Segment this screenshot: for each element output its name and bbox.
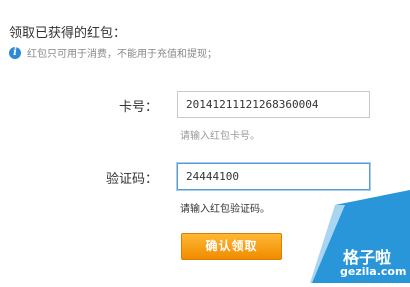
info-icon: i [9, 46, 21, 59]
confirm-claim-button[interactable]: 确认领取 [181, 233, 282, 260]
page-title: 领取已获得的红包： [9, 26, 127, 41]
card-number-label: 卡号： [118, 100, 158, 115]
verification-code-input[interactable] [177, 163, 370, 190]
card-number-input[interactable] [177, 91, 370, 118]
notice-text: 红包只可用于消费，不能用于充值和提现； [27, 49, 217, 60]
card-number-hint: 请输入红包卡号。 [180, 131, 260, 142]
watermark-text: 格子啦 [343, 248, 392, 267]
watermark-site: gezila.com [340, 265, 407, 278]
notice-row: i 红包只可用于消费，不能用于充值和提现； [9, 45, 217, 60]
verification-code-label: 验证码： [105, 172, 158, 187]
verification-code-hint: 请输入红包验证码。 [180, 204, 270, 215]
